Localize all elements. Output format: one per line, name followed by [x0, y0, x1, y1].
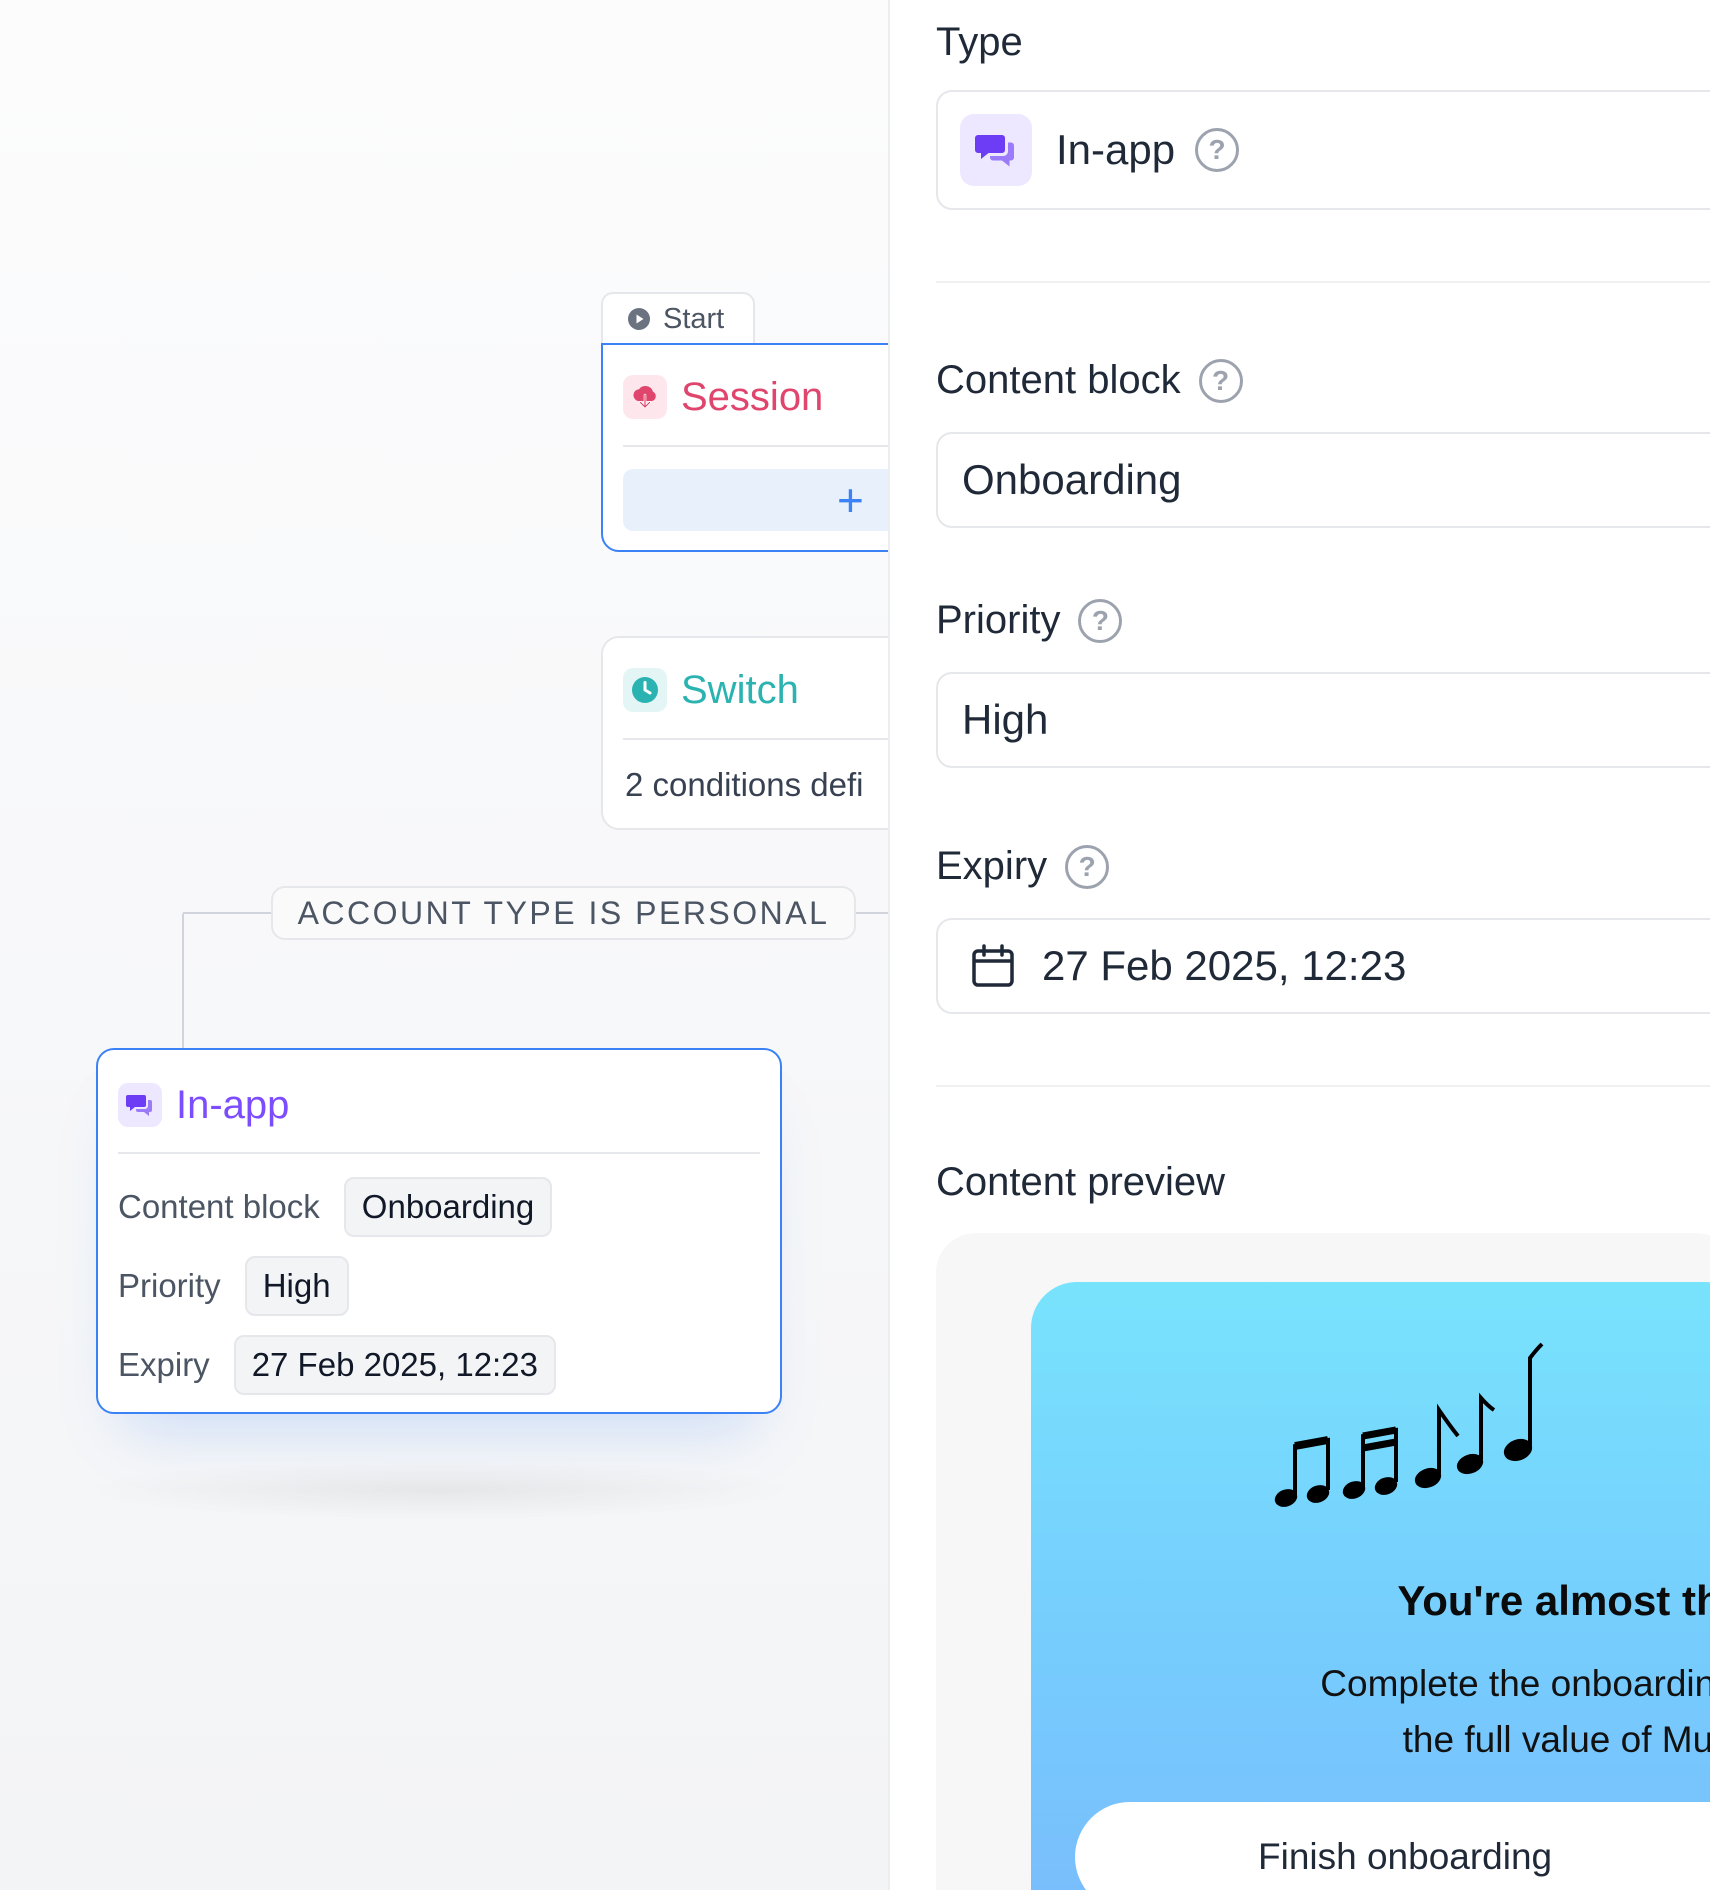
content-block-select[interactable]: Onboarding [936, 432, 1710, 528]
inapp-node-title: In-app [176, 1082, 290, 1127]
start-tab: Start [601, 292, 755, 344]
switch-conditions-text: 2 conditions defi [625, 766, 864, 803]
expiry-label-text: Expiry [936, 844, 1048, 888]
inapp-node-header: In-app [98, 1050, 780, 1130]
plus-icon: + [837, 474, 864, 526]
session-node-header: Session [603, 345, 888, 423]
property-label: Expiry [118, 1346, 210, 1383]
play-circle-icon [628, 308, 650, 330]
inapp-node[interactable]: In-app Content block Onboarding Priority… [96, 1048, 782, 1414]
help-circle-icon[interactable]: ? [1078, 598, 1123, 643]
add-step-button[interactable]: + [623, 469, 888, 531]
branch-connector [183, 912, 275, 914]
session-node[interactable]: Session + [601, 343, 888, 552]
type-label-text: Type [936, 20, 1023, 64]
switch-node-header: Switch [603, 638, 888, 716]
finish-onboarding-label: Finish onboarding [1258, 1836, 1553, 1877]
expiry-value: 27 Feb 2025, 12:23 [1042, 942, 1407, 989]
content-block-value: Onboarding [962, 456, 1182, 503]
cloud-download-icon [623, 375, 667, 419]
property-label: Priority [118, 1267, 221, 1304]
priority-value: High [962, 696, 1049, 743]
properties-panel: Type In-app ? Content block ? Onboarding… [888, 0, 1710, 1890]
chat-bubbles-icon [118, 1083, 162, 1127]
start-label: Start [663, 302, 725, 335]
help-circle-icon[interactable]: ? [1198, 358, 1243, 403]
priority-select[interactable]: High [936, 672, 1710, 768]
property-value: Onboarding [343, 1177, 553, 1237]
content-preview-label-text: Content preview [936, 1160, 1226, 1204]
finish-onboarding-button[interactable]: Finish onboarding [1075, 1802, 1710, 1890]
clock-icon [623, 668, 667, 712]
content-preview-label: Content preview [936, 1160, 1225, 1205]
preview-body-line: Complete the onboarding to unloc [1320, 1663, 1710, 1704]
priority-label: Priority ? [936, 598, 1123, 643]
type-select[interactable]: In-app ? [936, 90, 1710, 210]
property-value: 27 Feb 2025, 12:23 [233, 1335, 556, 1395]
branch-connector [854, 912, 888, 914]
content-block-label-text: Content block [936, 358, 1181, 402]
property-row: Content block Onboarding [118, 1176, 760, 1238]
priority-label-text: Priority [936, 598, 1061, 642]
node-shadow [80, 1460, 800, 1520]
music-notes-icon [1274, 1342, 1544, 1507]
expiry-label: Expiry ? [936, 844, 1110, 889]
help-circle-icon[interactable]: ? [1195, 128, 1240, 172]
property-value: High [244, 1256, 349, 1316]
calendar-icon [972, 944, 1014, 987]
property-row: Priority High [118, 1255, 760, 1317]
switch-node[interactable]: Switch 2 conditions defi [601, 636, 888, 830]
chat-bubbles-icon [960, 114, 1032, 186]
branch-condition-label[interactable]: ACCOUNT TYPE IS PERSONAL [271, 886, 856, 940]
branch-connector [182, 913, 184, 1049]
inapp-node-properties: Content block Onboarding Priority High E… [98, 1154, 780, 1396]
preview-title: You're almost there! [1397, 1577, 1710, 1624]
expiry-date-picker[interactable]: 27 Feb 2025, 12:23 [936, 918, 1710, 1014]
flow-canvas[interactable]: Start Session + Switch 2 conditions defi… [0, 0, 888, 1890]
section-divider [936, 1085, 1710, 1087]
preview-body: Complete the onboarding to unloc the ful… [890, 1656, 1710, 1768]
preview-body-line: the full value of MusicX. [1402, 1719, 1710, 1760]
switch-node-title: Switch [681, 667, 799, 712]
property-row: Expiry 27 Feb 2025, 12:23 [118, 1334, 760, 1396]
type-label: Type [936, 20, 1023, 65]
section-divider [936, 281, 1710, 283]
divider [623, 445, 888, 447]
content-block-label: Content block ? [936, 358, 1243, 403]
property-label: Content block [118, 1188, 320, 1225]
help-circle-icon[interactable]: ? [1065, 844, 1110, 889]
session-node-title: Session [681, 374, 824, 419]
type-value: In-app [1056, 126, 1176, 173]
